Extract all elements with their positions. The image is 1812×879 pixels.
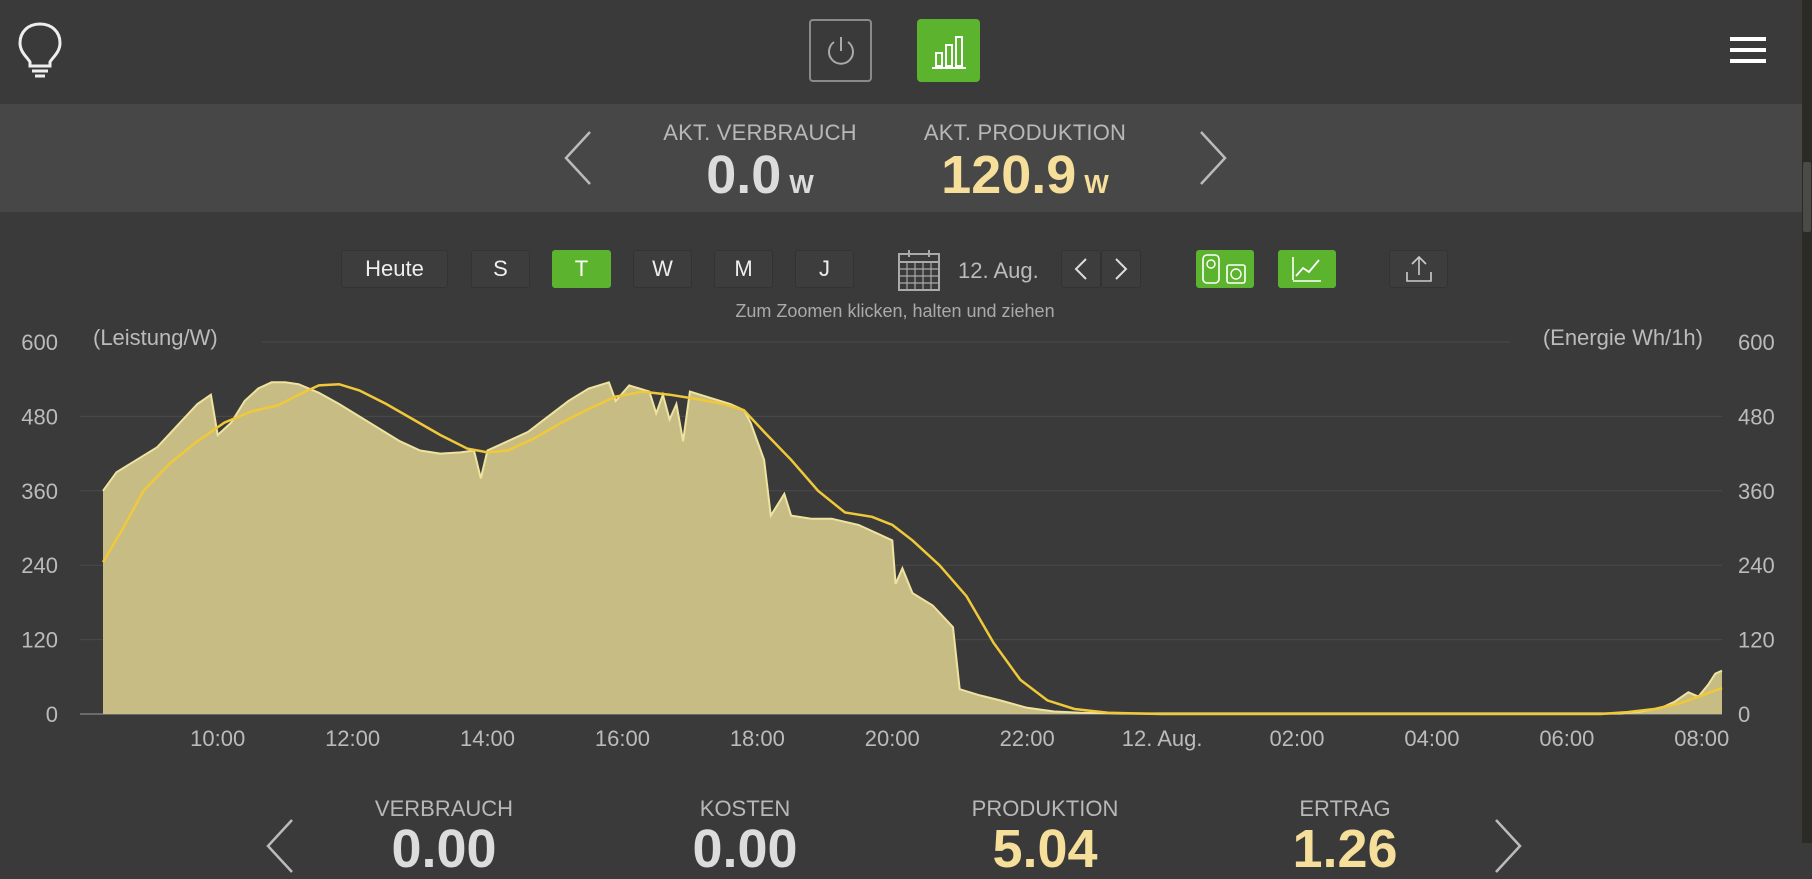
bar-chart-icon [931,35,966,69]
today-button[interactable]: Heute [341,250,448,288]
line-chart-toggle-button[interactable] [1278,250,1336,288]
period-day-button[interactable]: T [552,250,611,288]
meter-toggle-button[interactable] [1196,250,1254,288]
x-tick-label: 12. Aug. [1122,726,1203,751]
date-next-button[interactable] [1101,250,1141,288]
y-tick-label-left: 240 [21,553,58,578]
statistics-button[interactable] [917,19,980,82]
y-tick-label-left: 0 [46,702,58,727]
y-tick-label-right: 360 [1738,479,1775,504]
y-axis-left-label: (Leistung/W) [93,325,218,350]
x-tick-label: 08:00 [1674,726,1729,751]
zoom-hint: Zum Zoomen klicken, halten und ziehen [735,301,1055,321]
period-year-button[interactable]: J [795,250,854,288]
summary-cost-value: 0.00 [692,819,798,879]
chevron-left-icon[interactable] [560,128,596,188]
x-tick-label: 12:00 [325,726,380,751]
consumption-number: 0.0 [706,145,782,205]
y-tick-label-right: 600 [1738,330,1775,355]
summary-production-value: 5.04 [992,819,1098,879]
chevron-left-icon[interactable] [262,816,298,876]
y-axis-left-ticks: 0 120 240 360 480 600 [21,330,58,727]
y-tick-label-right: 0 [1738,702,1750,727]
x-axis-ticks: 10:00 12:00 14:00 16:00 18:00 20:00 22:00 12. A… [190,726,1729,751]
current-production-label: AKT. PRODUKTION [923,120,1127,145]
upload-icon [1405,255,1432,282]
period-week-button[interactable]: W [633,250,692,288]
live-values-bar [0,104,1802,212]
production-unit: W [1084,169,1109,199]
top-bar [0,0,1802,104]
y-tick-label-left: 120 [21,628,58,653]
hamburger-menu-icon[interactable] [1728,34,1768,66]
line-chart-icon [1292,257,1321,282]
chevron-left-icon [1074,258,1087,280]
y-tick-label-left: 480 [21,404,58,429]
x-tick-label: 14:00 [460,726,515,751]
y-tick-label-right: 120 [1738,628,1775,653]
summary-consumption-value: 0.00 [391,819,497,879]
production-number: 120.9 [941,145,1077,205]
lightbulb-icon[interactable] [16,22,64,80]
y-tick-label-right: 240 [1738,553,1775,578]
y-tick-label-right: 480 [1738,404,1775,429]
production-power-area [103,382,1722,714]
y-tick-label-left: 600 [21,330,58,355]
scrollbar-thumb[interactable] [1803,162,1811,232]
x-tick-label: 04:00 [1404,726,1459,751]
summary-yield-value: 1.26 [1292,819,1398,879]
period-month-button[interactable]: M [714,250,773,288]
power-chart[interactable]: 0120240360480600 0120240360480600 10:00 1… [0,320,1802,760]
x-tick-label: 18:00 [730,726,785,751]
power-icon [827,36,854,65]
y-axis-right-ticks: 0 120 240 360 480 600 [1738,330,1775,727]
consumption-unit: W [789,169,814,199]
date-prev-button[interactable] [1061,250,1101,288]
export-button[interactable] [1389,250,1448,288]
current-consumption-label: AKT. VERBRAUCH [663,120,857,145]
y-tick-label-left: 360 [21,479,58,504]
page-scrollbar[interactable] [1802,0,1812,843]
power-button[interactable] [809,19,872,82]
x-tick-label: 22:00 [1000,726,1055,751]
calendar-icon[interactable] [897,248,941,292]
x-tick-label: 16:00 [595,726,650,751]
x-tick-label: 10:00 [190,726,245,751]
selected-date[interactable]: 12. Aug. [958,258,1039,284]
current-consumption-value: 0.0 W [640,148,880,202]
x-tick-label: 02:00 [1269,726,1324,751]
current-production-value: 120.9 W [905,148,1145,202]
meter-socket-icon [1202,254,1246,284]
y-axis-right-label: (Energie Wh/1h) [1543,325,1703,350]
x-tick-label: 06:00 [1539,726,1594,751]
chevron-right-icon [1115,258,1128,280]
chevron-right-icon[interactable] [1490,816,1526,876]
x-tick-label: 20:00 [865,726,920,751]
chevron-right-icon[interactable] [1195,128,1231,188]
period-hour-button[interactable]: S [471,250,530,288]
